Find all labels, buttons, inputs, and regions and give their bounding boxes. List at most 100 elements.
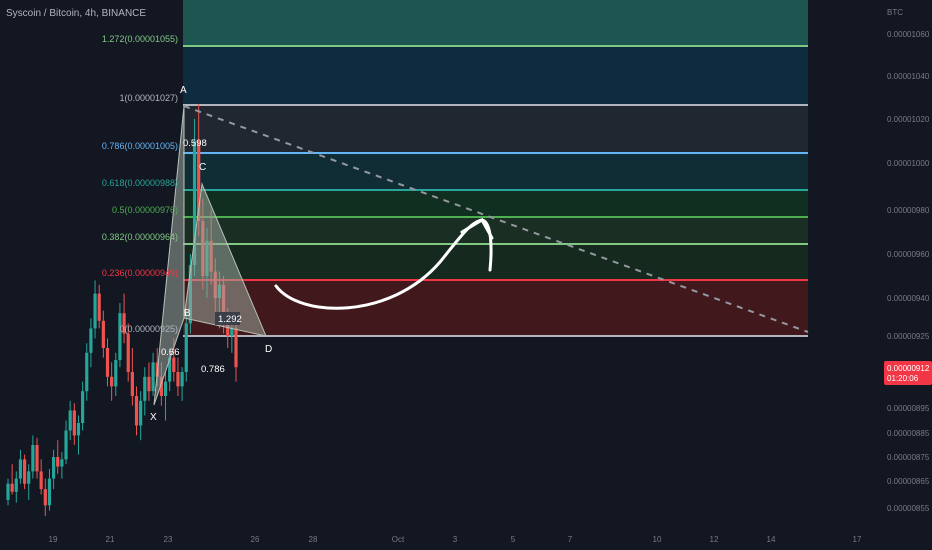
candle-body (93, 293, 97, 329)
candle-body (114, 360, 118, 387)
pattern-ratio-label: 0.66 (161, 347, 180, 358)
candle-body (6, 483, 10, 500)
candle-body (97, 293, 101, 321)
pattern-point-d: D (265, 344, 272, 355)
time-tick-label: 10 (653, 535, 662, 544)
price-axis[interactable]: BTC 0.00001060 0.00001040 0.00001020 0.00001… (887, 8, 930, 513)
price-tick-label: 0.00000875 (887, 453, 930, 462)
candle-body (184, 323, 188, 372)
candle-body (143, 376, 147, 401)
price-chart[interactable]: X A B C D 0.598 0.66 0.786 1.292 1.272(0.0000105… (0, 0, 932, 550)
time-tick-label: 21 (106, 535, 115, 544)
last-price-countdown: 01:20:06 (887, 374, 919, 383)
time-tick-label: 7 (568, 535, 573, 544)
candle-body (101, 320, 105, 348)
candle-body (110, 376, 114, 387)
candle-body (72, 410, 76, 436)
pattern-ratio-label: 0.598 (183, 138, 207, 149)
candle-body (18, 459, 23, 479)
price-tick-label: 0.00000885 (887, 429, 930, 438)
candle-body (118, 313, 122, 360)
pattern-point-a: A (180, 85, 187, 96)
candle-body (52, 457, 56, 479)
candle-body (39, 471, 43, 490)
last-price-badge: 0.0000091201:20:06 (884, 361, 932, 385)
time-tick-label: 14 (767, 535, 776, 544)
time-tick-label: 5 (511, 535, 516, 544)
fib-zone (183, 153, 808, 190)
candle-body (180, 372, 184, 387)
fib-level-label: 0.382(0.00000964) (102, 232, 178, 242)
candle-body (10, 483, 14, 492)
candle-body (234, 328, 238, 368)
time-tick-label: Oct (392, 535, 405, 544)
price-tick-label: 0.00000960 (887, 250, 930, 259)
fib-level-label: 0(0.00000925) (119, 324, 178, 334)
fib-zone (183, 105, 808, 153)
time-tick-label: 12 (710, 535, 719, 544)
candle-body (47, 478, 52, 506)
fib-level-label: 0.786(0.00001005) (102, 141, 178, 151)
chart-title: Syscoin / Bitcoin, 4h, BINANCE (6, 8, 147, 19)
price-tick-label: 0.00001040 (887, 72, 930, 81)
candle-body (56, 457, 60, 467)
time-tick-label: 19 (49, 535, 58, 544)
fib-zone (183, 190, 808, 217)
candle-body (134, 396, 139, 426)
price-tick-label: 0.00000940 (887, 294, 930, 303)
pattern-point-b: B (184, 308, 191, 319)
candle-body (130, 372, 134, 396)
candle-body (76, 423, 81, 436)
candle-body (60, 459, 64, 467)
price-tick-label: 0.00001020 (887, 115, 930, 124)
candle-body (43, 489, 47, 506)
candle-body (230, 328, 234, 336)
fib-zone (183, 244, 808, 280)
fib-level-label: 1(0.00001027) (119, 93, 178, 103)
fib-level-label: 1.272(0.00001055) (102, 34, 178, 44)
candle-body (126, 333, 130, 372)
pattern-ratio-label: 0.786 (201, 364, 225, 375)
candle-body (64, 430, 68, 460)
time-tick-label: 23 (164, 535, 173, 544)
time-axis[interactable]: 19 21 23 26 28 Oct 3 5 7 10 12 14 17 (49, 535, 862, 544)
currency-label: BTC (887, 8, 903, 17)
candle-body (172, 357, 176, 372)
price-tick-label: 0.00000925 (887, 332, 930, 341)
candle-body (85, 352, 89, 392)
candle-body (105, 348, 110, 377)
candle-body (22, 459, 27, 484)
time-tick-label: 28 (309, 535, 318, 544)
price-tick-label: 0.00000895 (887, 404, 930, 413)
price-tick-label: 0.00001060 (887, 30, 930, 39)
pattern-ratio-label: 1.292 (218, 314, 242, 325)
candle-body (147, 376, 151, 392)
fib-level-label: 0.236(0.00000949) (102, 268, 178, 278)
candle-body (14, 478, 18, 492)
last-price-value: 0.00000912 (887, 364, 930, 373)
fib-zone (183, 217, 808, 244)
candle-body (139, 400, 143, 426)
candle-body (68, 410, 72, 431)
candle-body (35, 445, 39, 472)
pattern-point-x: X (150, 412, 157, 423)
time-tick-label: 3 (453, 535, 458, 544)
candle-body (89, 328, 93, 353)
price-tick-label: 0.00000865 (887, 477, 930, 486)
candle-body (31, 445, 35, 472)
candle-body (151, 362, 155, 392)
price-tick-label: 0.00000980 (887, 206, 930, 215)
candle-body (176, 372, 180, 387)
time-tick-label: 26 (251, 535, 260, 544)
candle-body (27, 471, 31, 484)
price-tick-label: 0.00001000 (887, 159, 930, 168)
fib-zone (183, 0, 808, 46)
fib-level-label: 0.5(0.00000976) (112, 205, 178, 215)
candle-body (163, 381, 168, 396)
candle-body (81, 391, 85, 423)
price-tick-label: 0.00000855 (887, 504, 930, 513)
pattern-point-c: C (199, 162, 206, 173)
fib-zone (183, 46, 808, 105)
fib-level-label: 0.618(0.00000988) (102, 178, 178, 188)
time-tick-label: 17 (853, 535, 862, 544)
